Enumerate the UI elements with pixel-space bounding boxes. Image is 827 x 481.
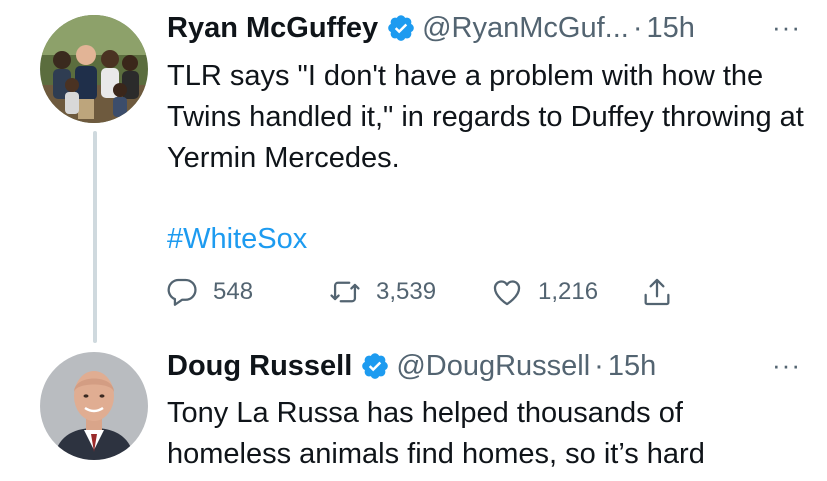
tweet-text: TLR says "I don't have a problem with ho…: [167, 60, 804, 174]
avatar-photo: [40, 15, 148, 123]
tweet-actions: 548 3,539 1,216: [165, 273, 674, 311]
share-button[interactable]: [640, 275, 674, 309]
timestamp[interactable]: 15h: [647, 12, 695, 45]
share-icon: [644, 278, 670, 306]
verified-badge-icon: [386, 13, 416, 43]
avatar[interactable]: [40, 352, 148, 460]
reply-icon: [167, 278, 197, 306]
verified-badge-icon: [360, 351, 390, 381]
user-handle[interactable]: @RyanMcGuf...: [422, 12, 629, 45]
tweet[interactable]: Doug Russell @DougRussell · 15h ··· Tony…: [0, 345, 827, 481]
separator-dot: ·: [632, 11, 643, 44]
retweet-count: 3,539: [376, 278, 437, 305]
hashtag-link[interactable]: #WhiteSox: [167, 219, 307, 260]
tweet-header: Ryan McGuffey @RyanMcGuf... · 15h: [167, 10, 695, 46]
avatar-photo: [40, 352, 148, 460]
tweet-text: Tony La Russa has helped thousands of ho…: [167, 397, 705, 470]
tweet[interactable]: Ryan McGuffey @RyanMcGuf... · 15h ··· TL…: [0, 0, 827, 345]
retweet-icon: [330, 281, 360, 303]
tweet-header: Doug Russell @DougRussell · 15h: [167, 348, 656, 384]
reply-button[interactable]: 548: [165, 275, 328, 309]
more-icon[interactable]: ···: [772, 350, 801, 381]
display-name[interactable]: Ryan McGuffey: [167, 12, 378, 45]
thread-line: [93, 131, 97, 343]
separator-dot: ·: [594, 349, 604, 382]
avatar[interactable]: [40, 15, 148, 123]
like-button[interactable]: 1,216: [490, 275, 640, 309]
more-icon[interactable]: ···: [772, 12, 801, 43]
timestamp[interactable]: 15h: [608, 350, 656, 383]
reply-count: 548: [213, 278, 254, 305]
twitter-thread: Ryan McGuffey @RyanMcGuf... · 15h ··· TL…: [0, 0, 827, 481]
like-count: 1,216: [538, 278, 599, 305]
like-icon: [493, 280, 521, 306]
retweet-button[interactable]: 3,539: [328, 275, 490, 309]
display-name[interactable]: Doug Russell: [167, 350, 352, 383]
user-handle[interactable]: @DougRussell: [396, 350, 590, 383]
